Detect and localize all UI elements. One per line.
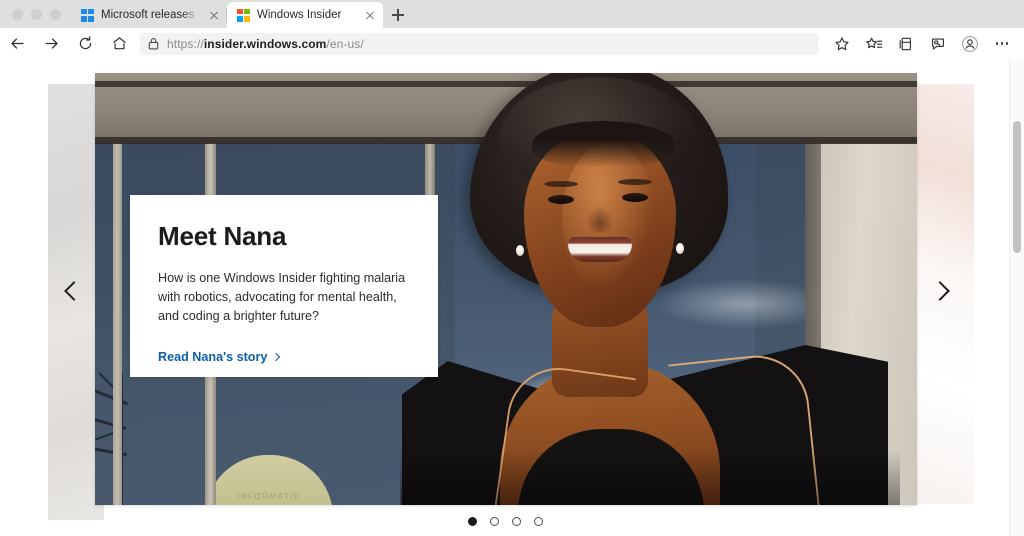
carousel-dot-2[interactable] bbox=[489, 517, 499, 526]
carousel-dots bbox=[0, 517, 1010, 526]
close-tab-icon[interactable] bbox=[362, 8, 377, 23]
maximize-window-button[interactable] bbox=[50, 9, 61, 20]
browser-window: Microsoft releases new Windo Windows Ins… bbox=[0, 0, 1024, 536]
browser-toolbar: https://insider.windows.com/en-us/ bbox=[0, 28, 1024, 60]
lock-icon bbox=[148, 38, 159, 50]
carousel-dot-3[interactable] bbox=[511, 517, 521, 526]
slide-content-card: Meet Nana How is one Windows Insider fig… bbox=[130, 195, 438, 377]
page-scrollbar-thumb[interactable] bbox=[1013, 121, 1021, 253]
url-text: https://insider.windows.com/en-us/ bbox=[167, 37, 364, 51]
slide-body-text: How is one Windows Insider fighting mala… bbox=[158, 271, 406, 323]
carousel-previous-button[interactable] bbox=[58, 277, 86, 305]
page-scrollbar-track[interactable] bbox=[1009, 59, 1024, 536]
ellipsis-icon bbox=[995, 42, 1009, 45]
link-label: Read Nana's story bbox=[158, 350, 268, 364]
refresh-button[interactable] bbox=[68, 28, 102, 59]
tab-strip: Microsoft releases new Windo Windows Ins… bbox=[0, 0, 1024, 28]
minimize-window-button[interactable] bbox=[31, 9, 42, 20]
close-tab-icon[interactable] bbox=[206, 8, 221, 23]
window-traffic-lights bbox=[0, 9, 71, 28]
person-photo-subject bbox=[400, 73, 910, 505]
windows-logo-blue-icon bbox=[81, 8, 94, 22]
url-scheme: https:// bbox=[167, 36, 204, 51]
microsoft-logo-icon bbox=[237, 8, 250, 22]
refresh-icon bbox=[79, 36, 91, 50]
new-tab-button[interactable] bbox=[383, 2, 413, 28]
tab-microsoft-releases[interactable]: Microsoft releases new Windo bbox=[71, 2, 227, 28]
close-window-button[interactable] bbox=[12, 9, 23, 20]
profile-icon[interactable] bbox=[954, 28, 986, 59]
toolbar-actions bbox=[826, 28, 1024, 59]
tab-list: Microsoft releases new Windo Windows Ins… bbox=[71, 0, 413, 28]
carousel-dot-4[interactable] bbox=[533, 517, 543, 526]
address-bar[interactable]: https://insider.windows.com/en-us/ bbox=[140, 32, 818, 55]
favorites-list-icon[interactable] bbox=[858, 28, 890, 59]
carousel-dot-1[interactable] bbox=[467, 517, 477, 526]
tree-silhouette bbox=[95, 371, 199, 505]
carousel-slide-active[interactable]: INFORMATIK Meet Nana How is one Windows … bbox=[95, 73, 917, 505]
home-button[interactable] bbox=[102, 28, 136, 59]
url-domain: insider.windows.com bbox=[203, 36, 327, 51]
share-icon[interactable] bbox=[922, 28, 954, 59]
dome-signage-text: INFORMATIK bbox=[237, 492, 301, 501]
carousel-next-button[interactable] bbox=[928, 277, 956, 305]
slide-heading: Meet Nana bbox=[158, 221, 287, 251]
settings-more-icon[interactable] bbox=[986, 28, 1018, 59]
read-nanas-story-link[interactable]: Read Nana's story bbox=[158, 350, 281, 364]
arrow-right-icon bbox=[44, 38, 58, 49]
url-path: /en-us/ bbox=[326, 36, 364, 51]
tab-title: Microsoft releases new Windo bbox=[101, 9, 199, 21]
page-viewport: INFORMATIK Meet Nana How is one Windows … bbox=[0, 59, 1024, 536]
home-icon bbox=[112, 37, 126, 50]
tab-title: Windows Insider bbox=[257, 9, 342, 21]
collections-icon[interactable] bbox=[890, 28, 922, 59]
back-button[interactable] bbox=[0, 28, 34, 59]
forward-button[interactable] bbox=[34, 28, 68, 59]
tab-windows-insider[interactable]: Windows Insider bbox=[227, 2, 383, 28]
favorite-star-icon[interactable] bbox=[826, 28, 858, 59]
arrow-left-icon bbox=[10, 38, 24, 49]
chevron-right-icon bbox=[272, 352, 281, 361]
